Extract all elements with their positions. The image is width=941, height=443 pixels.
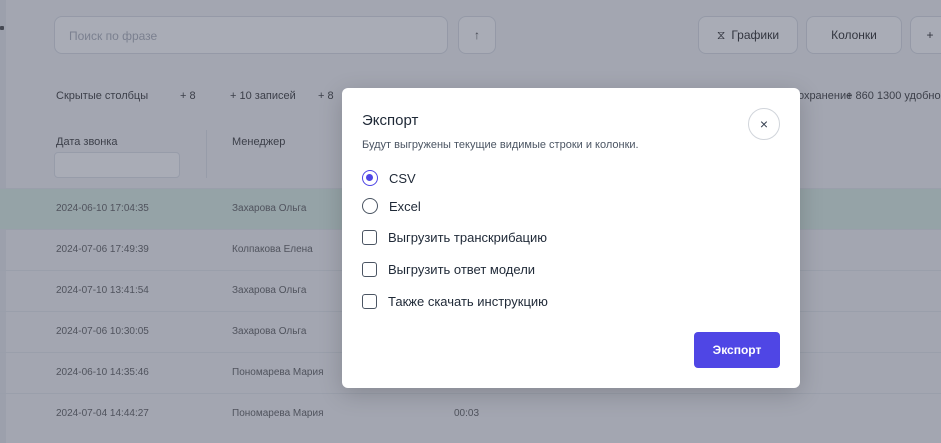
format-option-excel[interactable]: Excel (362, 198, 421, 214)
dialog-description: Будут выгружены текущие видимые строки и… (362, 139, 639, 151)
dialog-title: Экспорт (362, 112, 419, 129)
export-model-answer-checkbox[interactable]: Выгрузить ответ модели (362, 262, 535, 277)
export-dialog: Экспорт Будут выгружены текущие видимые … (342, 88, 800, 388)
format-option-label: CSV (389, 170, 416, 186)
export-submit-button[interactable]: Экспорт (694, 332, 780, 368)
close-icon: × (759, 116, 769, 132)
export-transcription-checkbox[interactable]: Выгрузить транскрибацию (362, 230, 547, 245)
download-instruction-checkbox[interactable]: Также скачать инструкцию (362, 294, 548, 309)
checkbox-box[interactable] (362, 294, 377, 309)
checkbox-label: Выгрузить ответ модели (388, 262, 536, 277)
checkbox-label: Также скачать инструкцию (388, 294, 548, 309)
checkbox-box[interactable] (362, 262, 377, 277)
format-option-label: Excel (389, 198, 421, 214)
close-button[interactable]: × (748, 108, 780, 140)
radio-csv[interactable] (362, 170, 378, 186)
checkbox-label: Выгрузить транскрибацию (388, 230, 548, 245)
checkbox-box[interactable] (362, 230, 377, 245)
format-option-csv[interactable]: CSV (362, 170, 416, 186)
radio-excel[interactable] (362, 198, 378, 214)
